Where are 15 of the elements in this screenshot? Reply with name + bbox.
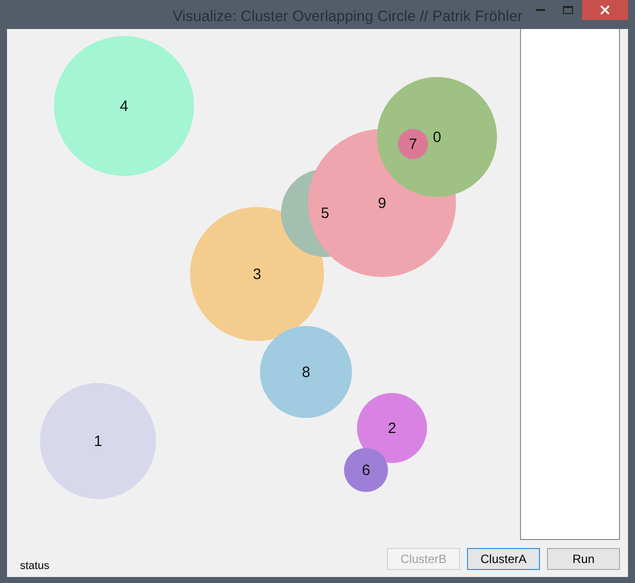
circle-label: 3: [252, 266, 262, 283]
circle-label: 4: [120, 98, 128, 115]
circle-label: 5: [320, 205, 330, 222]
close-icon: [600, 5, 610, 15]
circle-label: 2: [388, 420, 396, 437]
circle-label: 8: [302, 364, 310, 381]
circle-label: 7: [408, 136, 418, 153]
circle-label: 9: [378, 195, 386, 212]
status-label: status: [20, 558, 50, 574]
circle-label: 6: [362, 462, 370, 479]
close-button[interactable]: [582, 0, 628, 20]
action-button[interactable]: Run: [547, 548, 620, 570]
action-button[interactable]: ClusterA: [467, 548, 540, 570]
circle-label: 0: [432, 129, 442, 146]
circle-label: 1: [94, 433, 102, 450]
